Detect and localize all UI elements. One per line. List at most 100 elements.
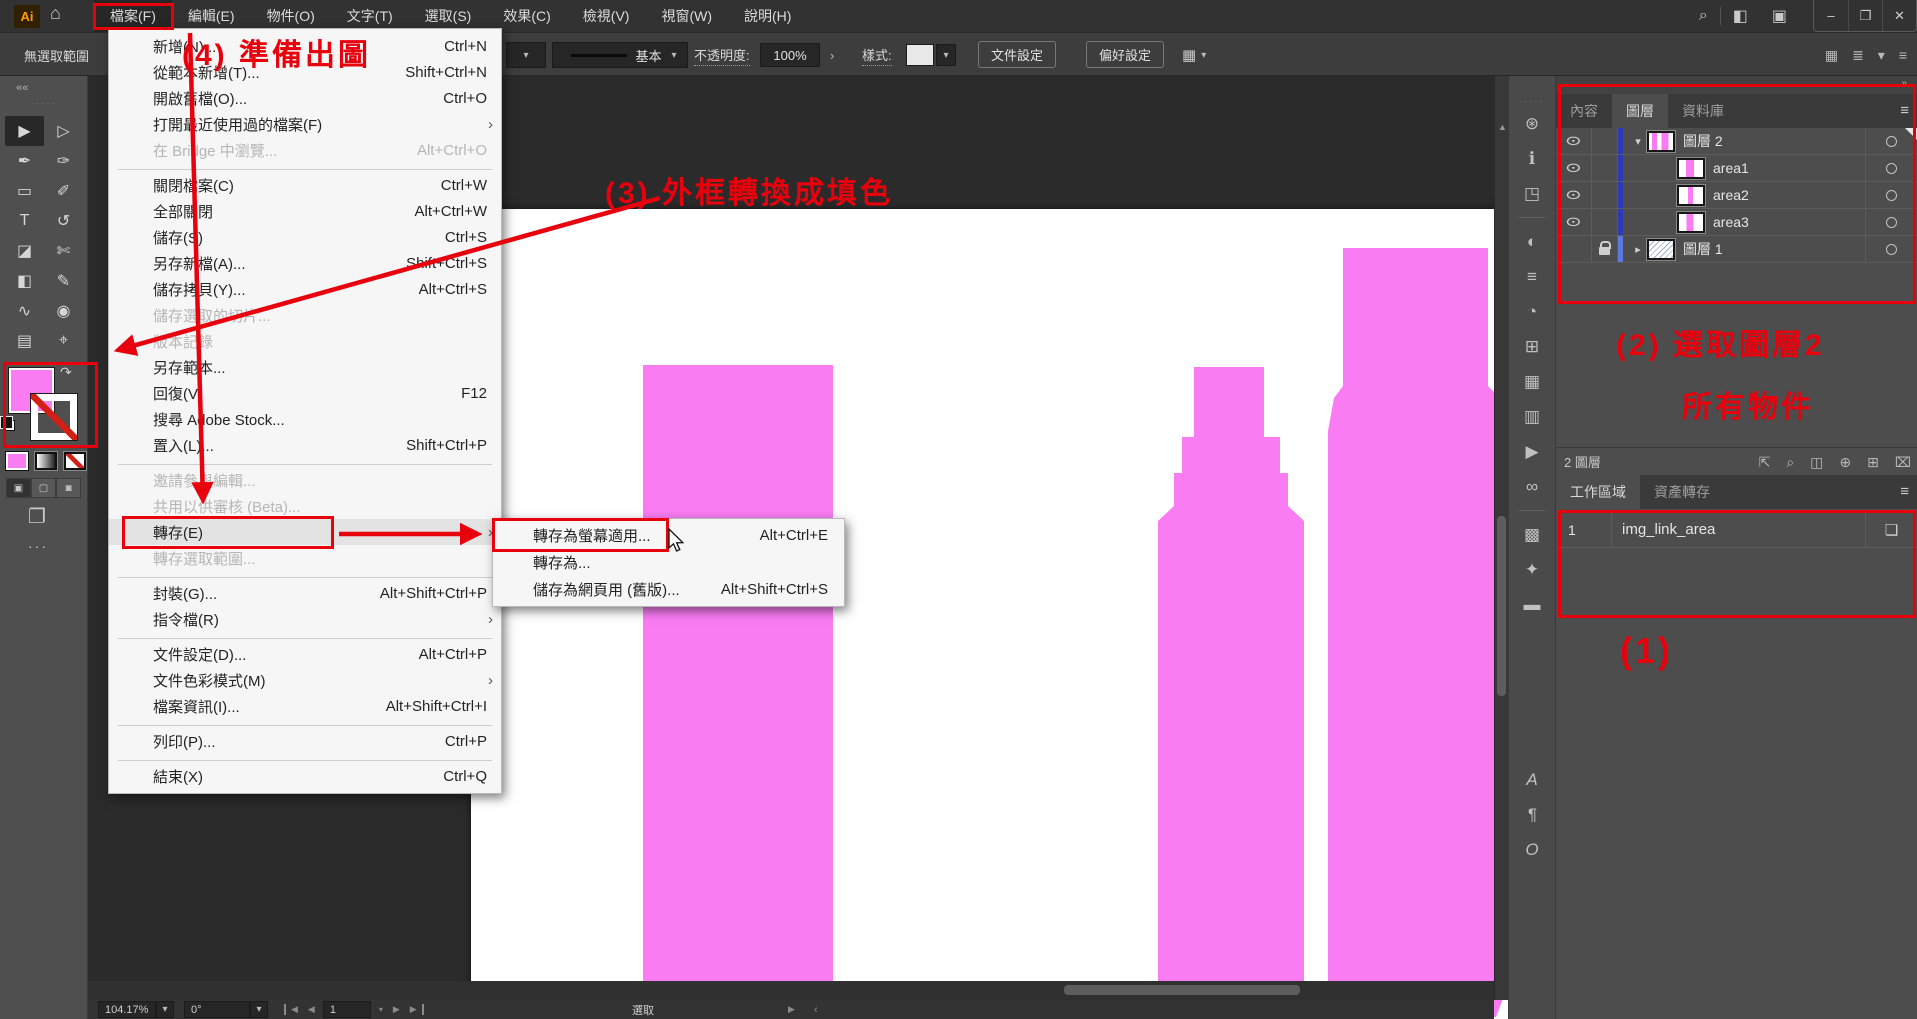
panel-icon[interactable]: ∞ [1509,469,1555,504]
tab-libraries[interactable]: 資料庫 [1668,94,1738,128]
menu-item[interactable]: 指令檔(R) › [109,606,501,632]
menu-item[interactable]: 關閉檔案(C) Ctrl+W [109,172,501,198]
draw-behind-button[interactable]: ▢ [31,478,56,498]
layer-row[interactable]: ▸ 圖層 1 [1556,236,1917,263]
tool-button[interactable]: ✎ [44,266,83,296]
panel-icon[interactable]: ≡ [1899,47,1907,63]
menu-item[interactable]: 轉存選取範圍... [109,545,501,571]
document-setup-button[interactable]: 文件設定 [978,41,1056,68]
layer-row[interactable]: ⊙ area3 [1556,209,1917,236]
layers-action-icon[interactable]: ⊕ [1839,454,1851,471]
panel-menu-icon[interactable]: ≡ [1900,102,1909,119]
drag-handle[interactable]: ····· [0,98,88,108]
chevron-down-icon[interactable]: ▾ [374,1005,388,1014]
menu-item[interactable]: 轉存(E) › [109,519,501,545]
restore-button[interactable]: ❐ [1848,0,1882,31]
opacity-stepper[interactable]: › [830,33,834,77]
menu-item[interactable]: 另存新檔(A)... Shift+Ctrl+S [109,250,501,276]
edit-toolbar-icon[interactable]: ··· [28,538,48,554]
panel-icon[interactable]: ▩ [1509,517,1555,552]
menu-item[interactable]: 共用以供審核 (Beta)... [109,493,501,519]
artboard-name[interactable]: img_link_area [1612,521,1865,538]
draw-inside-button[interactable]: ◙ [56,478,81,498]
tab-layers[interactable]: 圖層 [1612,94,1668,128]
artboard-row[interactable]: 1 img_link_area ❏ [1556,512,1917,548]
panel-icon[interactable]: ◐ [1509,224,1555,259]
first-artboard-button[interactable]: ◀ [284,1004,303,1015]
close-button[interactable]: ✕ [1882,0,1916,31]
swap-fill-stroke-icon[interactable]: ↷ [60,364,72,381]
tool-button[interactable]: ↺ [44,206,83,236]
panel-icon[interactable]: ▶ [1509,434,1555,469]
tool-button[interactable]: ⌖ [44,326,83,356]
panel-icon[interactable]: ▬ [1509,587,1555,622]
text-panel-icon[interactable]: ¶ [1509,797,1555,832]
status-back-icon[interactable]: ‹ [814,1001,818,1018]
previous-artboard-button[interactable]: ◀ [303,1004,320,1015]
menu-item[interactable]: 儲存選取的切片... [109,302,501,328]
text-panel-icon[interactable]: O [1509,832,1555,867]
tool-button[interactable]: ✒ [5,146,44,176]
menu-item[interactable]: 檔案資訊(I)... Alt+Shift+Ctrl+I [109,693,501,719]
panel-icon[interactable]: ▥ [1509,399,1555,434]
tool-button[interactable]: ▤ [5,326,44,356]
menu-item[interactable]: 文件色彩模式(M) › [109,667,501,693]
collapse-toolbar-icon[interactable]: «« [16,82,28,94]
menu-item[interactable] [109,163,501,172]
submenu-item[interactable]: 轉存為螢幕適用... Alt+Ctrl+E [493,522,844,549]
layer-name[interactable]: area2 [1713,187,1749,203]
tool-button[interactable]: ✐ [44,176,83,206]
menu-item[interactable]: 列印(P)... Ctrl+P [109,728,501,754]
layer-thumbnail[interactable] [1677,212,1705,233]
menu-item[interactable]: 版本記錄 [109,328,501,354]
none-fill-button[interactable] [64,452,86,470]
menu-item[interactable]: 另存範本... [109,354,501,380]
panel-menu-icon[interactable]: ≡ [1900,483,1909,500]
menu-item[interactable]: 儲存(S) Ctrl+S [109,224,501,250]
rotation-field[interactable]: 0° [184,1001,250,1018]
layers-action-icon[interactable]: ⊞ [1867,454,1879,471]
layer-row[interactable]: ⊙ area1 [1556,155,1917,182]
style-swatch[interactable] [906,44,934,66]
draw-normal-button[interactable]: ▣ [6,478,31,498]
zoom-level-field[interactable]: 104.17% [98,1001,156,1018]
scroll-up-arrow[interactable]: ▲ [1498,122,1507,132]
tool-button[interactable]: ◉ [44,296,83,326]
stroke-color-swatch[interactable] [31,394,77,440]
menu-item[interactable] [109,632,501,641]
vertical-scrollbar[interactable]: ▲ [1494,76,1508,1000]
panel-icon[interactable]: ⊞ [1509,329,1555,364]
menu-item[interactable]: 全部關閉 Alt+Ctrl+W [109,198,501,224]
minimize-button[interactable]: – [1814,0,1848,31]
text-panel-icon[interactable]: A [1509,762,1555,797]
layer-thumbnail[interactable] [1647,131,1675,152]
layer-row[interactable]: ⊙ area2 [1556,182,1917,209]
search-icon[interactable]: ⌕ [1699,7,1708,25]
visibility-toggle[interactable]: ⊙ [1556,128,1592,154]
expand-chevron-icon[interactable]: ▸ [1629,243,1647,256]
menu-item[interactable]: 在 Bridge 中瀏覽... Alt+Ctrl+O [109,137,501,163]
submenu-item[interactable]: 儲存為網頁用 (舊版)... Alt+Shift+Ctrl+S [493,576,844,603]
tool-button[interactable]: ◪ [5,236,44,266]
lock-toggle[interactable] [1592,155,1618,181]
layer-thumbnail[interactable] [1647,239,1675,260]
menu-item[interactable]: 封裝(G)... Alt+Shift+Ctrl+P [109,580,501,606]
pink-rectangle-shape[interactable] [643,365,833,987]
menu-item[interactable]: 邀請參與編輯... [109,467,501,493]
menu-item[interactable]: 儲存拷貝(Y)... Alt+Ctrl+S [109,276,501,302]
menu-item[interactable]: 開啟舊檔(O)... Ctrl+O [109,85,501,111]
app-logo[interactable]: Ai [14,5,40,28]
menu-item[interactable]: 新增(N)... Ctrl+N [109,33,501,59]
target-cell[interactable] [1865,209,1917,235]
layer-name[interactable]: area3 [1713,214,1749,230]
panel-icon[interactable]: ◳ [1509,176,1555,211]
next-artboard-button[interactable]: ▶ [388,1004,405,1015]
rotation-chevron[interactable]: ▾ [250,1001,268,1018]
panel-icon[interactable]: ✦ [1509,552,1555,587]
style-chevron[interactable]: ▾ [936,44,956,66]
panel-icon[interactable]: ≣ [1852,47,1864,64]
menu-item[interactable]: 回復(V) F12 [109,380,501,406]
target-cell[interactable] [1865,155,1917,181]
layer-thumbnail[interactable] [1677,158,1705,179]
visibility-toggle[interactable]: ⊙ [1556,209,1592,235]
